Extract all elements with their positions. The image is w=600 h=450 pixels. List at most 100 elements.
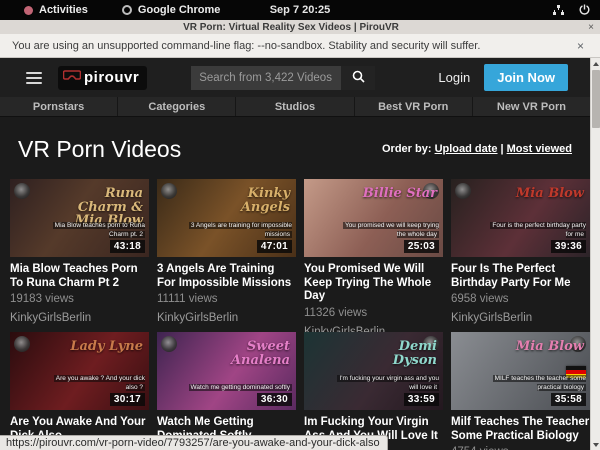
- video-thumbnail[interactable]: Mia Blow MILF teaches the teacher some p…: [451, 332, 590, 410]
- infobar-close-icon[interactable]: ×: [573, 39, 588, 53]
- video-title[interactable]: Mia Blow Teaches Porn To Runa Charm Pt 2: [10, 263, 149, 290]
- search-input[interactable]: [191, 66, 341, 90]
- video-views: 11111 views: [157, 293, 296, 305]
- video-card[interactable]: Mia Blow MILF teaches the teacher some p…: [451, 332, 590, 450]
- thumbnail-overlay-text: Billie Star: [363, 187, 437, 201]
- video-thumbnail[interactable]: Demi Dyson I'm fucking your virgin ass a…: [304, 332, 443, 410]
- thumbnail-caption: Mia Blow teaches porn to Runa Charm pt. …: [41, 222, 145, 240]
- vr-headset-icon: [63, 69, 81, 87]
- video-views: 6958 views: [451, 293, 590, 305]
- scrollbar-thumb[interactable]: [592, 70, 600, 128]
- video-thumbnail[interactable]: Billie Star You promised we will keep tr…: [304, 179, 443, 257]
- video-card[interactable]: Kinky Angels 3 Angels are training for i…: [157, 179, 296, 324]
- video-views: 19183 views: [10, 293, 149, 305]
- browser-tab-bar: VR Porn: Virtual Reality Sex Videos | Pi…: [0, 20, 600, 34]
- duration-badge: 33:59: [404, 393, 439, 406]
- nav-item-pornstars[interactable]: Pornstars: [0, 97, 118, 116]
- scrollbar-up-arrow[interactable]: [591, 58, 600, 69]
- search-icon: [352, 70, 365, 86]
- app-menu-button[interactable]: Google Chrome: [138, 4, 221, 16]
- site-header: pirouvr Login Join Now: [0, 58, 590, 97]
- thumbnail-caption: Four is the perfect birthday party for m…: [482, 222, 586, 240]
- site-logo-text: pirouvr: [84, 69, 139, 86]
- chrome-app-icon: [122, 5, 132, 15]
- thumbnail-caption: 3 Angels are training for impossible mis…: [188, 222, 292, 240]
- studio-logo-icon: [161, 336, 177, 352]
- order-link-upload-date[interactable]: Upload date: [435, 143, 498, 155]
- video-thumbnail[interactable]: Runa Charm & Mia Blow Mia Blow teaches p…: [10, 179, 149, 257]
- studio-logo-icon: [14, 183, 30, 199]
- video-thumbnail[interactable]: Mia Blow Four is the perfect birthday pa…: [451, 179, 590, 257]
- video-card[interactable]: Runa Charm & Mia Blow Mia Blow teaches p…: [10, 179, 149, 324]
- status-bar: https://pirouvr.com/vr-porn-video/779325…: [0, 435, 388, 450]
- thumbnail-overlay-text: Demi Dyson: [359, 340, 437, 367]
- nav-item-studios[interactable]: Studios: [236, 97, 354, 116]
- video-studio-link[interactable]: KinkyGirlsBerlin: [451, 312, 590, 324]
- video-title[interactable]: Four Is The Perfect Birthday Party For M…: [451, 263, 590, 290]
- video-grid: Runa Charm & Mia Blow Mia Blow teaches p…: [0, 175, 590, 450]
- system-top-bar: Activities Google Chrome Sep 7 20:25: [0, 0, 600, 20]
- page-scrollbar[interactable]: [590, 58, 600, 450]
- duration-badge: 43:18: [110, 240, 145, 253]
- thumbnail-overlay-text: Mia Blow: [516, 340, 584, 354]
- nav-item-new-vr-porn[interactable]: New VR Porn: [473, 97, 590, 116]
- activities-indicator-icon: [24, 6, 33, 15]
- status-url: https://pirouvr.com/vr-porn-video/779325…: [6, 437, 380, 449]
- sandbox-warning-infobar: You are using an unsupported command-lin…: [0, 34, 600, 58]
- thumbnail-caption: You promised we will keep trying the who…: [335, 222, 439, 240]
- power-icon[interactable]: [579, 4, 590, 16]
- duration-badge: 25:03: [404, 240, 439, 253]
- thumbnail-caption: I'm fucking your virgin ass and you will…: [335, 375, 439, 393]
- scrollbar-down-arrow[interactable]: [591, 439, 600, 450]
- studio-logo-icon: [14, 336, 30, 352]
- video-card[interactable]: Billie Star You promised we will keep tr…: [304, 179, 443, 324]
- video-studio-link[interactable]: KinkyGirlsBerlin: [157, 312, 296, 324]
- site-logo[interactable]: pirouvr: [58, 66, 147, 90]
- nav-item-best-vr-porn[interactable]: Best VR Porn: [355, 97, 473, 116]
- activities-button[interactable]: Activities: [39, 4, 88, 16]
- thumbnail-overlay-text: Mia Blow: [516, 187, 584, 201]
- search-button[interactable]: [341, 66, 375, 90]
- screen: Activities Google Chrome Sep 7 20:25 VR …: [0, 0, 600, 450]
- video-title[interactable]: You Promised We Will Keep Trying The Who…: [304, 263, 443, 304]
- order-by-label: Order by:: [382, 143, 432, 155]
- browser-tab[interactable]: VR Porn: Virtual Reality Sex Videos | Pi…: [0, 22, 582, 33]
- infobar-message: You are using an unsupported command-lin…: [12, 40, 480, 52]
- studio-logo-icon: [161, 183, 177, 199]
- page-content: pirouvr Login Join Now Pornstars Categor…: [0, 58, 590, 450]
- page-head: VR Porn Videos Order by: Upload date|Mos…: [0, 117, 590, 175]
- video-views: 4754 views: [451, 446, 590, 450]
- scrollbar-track[interactable]: [591, 129, 600, 439]
- duration-badge: 47:01: [257, 240, 292, 253]
- thumbnail-caption: Are you awake ? And your dick also ?: [41, 375, 145, 393]
- thumbnail-overlay-text: Lady Lyne: [70, 340, 143, 354]
- video-title[interactable]: Milf Teaches The Teacher Some Practical …: [451, 416, 590, 443]
- duration-badge: 35:58: [551, 393, 586, 406]
- page-title: VR Porn Videos: [18, 135, 181, 163]
- video-card[interactable]: Lady Lyne Are you awake ? And your dick …: [10, 332, 149, 450]
- video-thumbnail[interactable]: Kinky Angels 3 Angels are training for i…: [157, 179, 296, 257]
- duration-badge: 36:30: [257, 393, 292, 406]
- studio-logo-icon: [455, 183, 471, 199]
- join-now-button[interactable]: Join Now: [484, 64, 568, 91]
- video-thumbnail[interactable]: Lady Lyne Are you awake ? And your dick …: [10, 332, 149, 410]
- video-card[interactable]: Demi Dyson I'm fucking your virgin ass a…: [304, 332, 443, 450]
- thumbnail-caption: MILF teaches the teacher some practical …: [482, 375, 586, 393]
- video-studio-link[interactable]: KinkyGirlsBerlin: [10, 312, 149, 324]
- tab-close-icon[interactable]: ×: [582, 22, 600, 33]
- order-link-most-viewed[interactable]: Most viewed: [507, 143, 572, 155]
- search-bar: [191, 66, 375, 90]
- video-title[interactable]: 3 Angels Are Training For Impossible Mis…: [157, 263, 296, 290]
- video-card[interactable]: Mia Blow Four is the perfect birthday pa…: [451, 179, 590, 324]
- network-icon[interactable]: [552, 4, 565, 16]
- nav-item-categories[interactable]: Categories: [118, 97, 236, 116]
- login-link[interactable]: Login: [438, 70, 470, 85]
- menu-hamburger-icon[interactable]: [26, 72, 42, 84]
- video-card[interactable]: Sweet Analena Watch me getting dominated…: [157, 332, 296, 450]
- duration-badge: 30:17: [110, 393, 145, 406]
- video-thumbnail[interactable]: Sweet Analena Watch me getting dominated…: [157, 332, 296, 410]
- thumbnail-caption: Watch me getting dominated softly: [189, 384, 292, 393]
- main-nav: Pornstars Categories Studios Best VR Por…: [0, 97, 590, 117]
- order-by: Order by: Upload date|Most viewed: [382, 143, 572, 155]
- thumbnail-overlay-text: Kinky Angels: [212, 187, 290, 214]
